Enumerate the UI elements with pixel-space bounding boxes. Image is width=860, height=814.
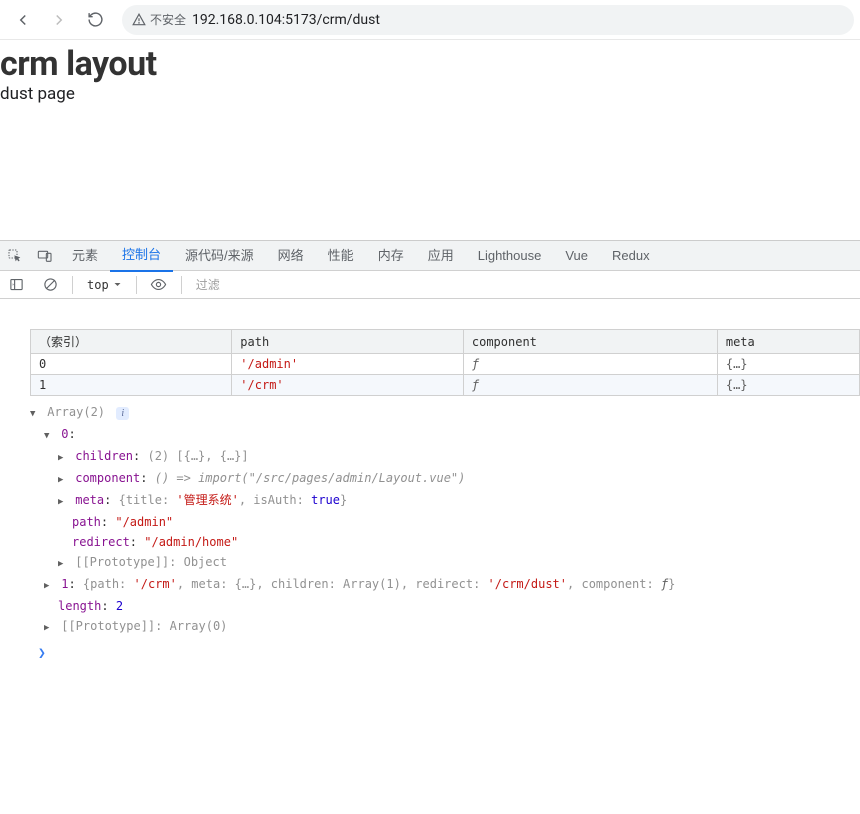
tree-node[interactable]: component: () => import("/src/pages/admi…: [58, 468, 860, 490]
page-heading: crm layout: [0, 44, 860, 84]
th-meta: meta: [717, 330, 859, 354]
caret-icon[interactable]: [30, 402, 40, 424]
tab-vue[interactable]: Vue: [553, 241, 600, 271]
key: redirect: [72, 535, 130, 549]
cell-component: ƒ: [463, 375, 717, 396]
console-body: （索引） path component meta 0 '/admin' ƒ {……: [0, 299, 860, 814]
tree-node[interactable]: [[Prototype]]: Object: [58, 552, 860, 574]
tree-node[interactable]: 1: {path: '/crm', meta: {…}, children: A…: [44, 574, 860, 596]
eye-icon[interactable]: [147, 273, 171, 297]
value: Object: [184, 555, 227, 569]
url-text: 192.168.0.104:5173/crm/dust: [192, 12, 380, 28]
value: (2) [{…}, {…}]: [147, 449, 248, 463]
cell-meta: {…}: [717, 354, 859, 375]
table-row[interactable]: 0 '/admin' ƒ {…}: [31, 354, 860, 375]
forward-button[interactable]: [42, 5, 76, 35]
cell-meta: {…}: [717, 375, 859, 396]
object-tree: Array(2) i 0: children: (2) [{…}, {…}] c…: [30, 402, 860, 638]
tree-leaf[interactable]: path: "/admin": [72, 512, 860, 532]
caret-icon[interactable]: [58, 552, 68, 574]
key: [[Prototype]]: [75, 555, 169, 569]
tab-redux[interactable]: Redux: [600, 241, 662, 271]
value: {title: '管理系统', isAuth: true}: [119, 493, 348, 507]
key: component: [75, 471, 140, 485]
caret-icon[interactable]: [58, 446, 68, 468]
tab-application[interactable]: 应用: [416, 241, 466, 271]
context-label: top: [87, 278, 109, 292]
security-badge[interactable]: 不安全: [132, 11, 186, 28]
tab-sources[interactable]: 源代码/来源: [173, 241, 266, 271]
caret-icon[interactable]: [44, 616, 54, 638]
cell-path: '/crm': [232, 375, 464, 396]
clear-console-icon[interactable]: [38, 273, 62, 297]
tree-node[interactable]: children: (2) [{…}, {…}]: [58, 446, 860, 468]
tab-elements[interactable]: 元素: [60, 241, 110, 271]
console-table: （索引） path component meta 0 '/admin' ƒ {……: [30, 329, 860, 396]
tab-console[interactable]: 控制台: [110, 240, 173, 272]
key: meta: [75, 493, 104, 507]
cell-component: ƒ: [463, 354, 717, 375]
table-header-row: （索引） path component meta: [31, 330, 860, 354]
value: 2: [116, 599, 123, 613]
tree-node[interactable]: 0:: [44, 424, 860, 446]
filter-input[interactable]: [192, 278, 856, 292]
value: "/admin/home": [144, 535, 238, 549]
key: children: [75, 449, 133, 463]
inspect-icon[interactable]: [0, 241, 30, 271]
info-icon[interactable]: i: [116, 407, 129, 420]
tree-root[interactable]: Array(2) i: [30, 402, 860, 424]
th-index: （索引）: [31, 330, 232, 354]
prompt-caret: ❯: [38, 646, 46, 661]
tab-network[interactable]: 网络: [266, 241, 316, 271]
browser-toolbar: 不安全 192.168.0.104:5173/crm/dust: [0, 0, 860, 40]
chevron-down-icon: [113, 280, 122, 289]
th-component: component: [463, 330, 717, 354]
sidebar-toggle-icon[interactable]: [4, 273, 28, 297]
value: {path: '/crm', meta: {…}, children: Arra…: [83, 577, 675, 591]
tab-lighthouse[interactable]: Lighthouse: [466, 241, 554, 271]
devtools-panel: 元素 控制台 源代码/来源 网络 性能 内存 应用 Lighthouse Vue…: [0, 240, 860, 814]
reload-button[interactable]: [78, 5, 112, 35]
root-label: Array(2): [47, 405, 105, 419]
device-icon[interactable]: [30, 241, 60, 271]
page-content: crm layout dust page: [0, 40, 860, 240]
back-button[interactable]: [6, 5, 40, 35]
tree-node[interactable]: meta: {title: '管理系统', isAuth: true}: [58, 490, 860, 512]
tab-performance[interactable]: 性能: [316, 241, 366, 271]
caret-icon[interactable]: [58, 490, 68, 512]
value: Array(0): [170, 619, 228, 633]
address-bar[interactable]: 不安全 192.168.0.104:5173/crm/dust: [122, 5, 854, 35]
tab-memory[interactable]: 内存: [366, 241, 416, 271]
cell-index: 1: [31, 375, 232, 396]
console-prompt[interactable]: ❯: [30, 638, 860, 661]
devtools-tabbar: 元素 控制台 源代码/来源 网络 性能 内存 应用 Lighthouse Vue…: [0, 241, 860, 271]
tree-node[interactable]: [[Prototype]]: Array(0): [44, 616, 860, 638]
th-path: path: [232, 330, 464, 354]
console-toolbar: top: [0, 271, 860, 299]
tree-leaf[interactable]: length: 2: [58, 596, 860, 616]
value: () => import("/src/pages/admin/Layout.vu…: [155, 471, 466, 485]
context-select[interactable]: top: [83, 278, 126, 292]
cell-path: '/admin': [232, 354, 464, 375]
key: [[Prototype]]: [61, 619, 155, 633]
page-subheading: dust page: [0, 84, 860, 104]
caret-icon[interactable]: [44, 574, 54, 596]
security-label: 不安全: [150, 11, 186, 28]
cell-index: 0: [31, 354, 232, 375]
value: "/admin": [115, 515, 173, 529]
caret-icon[interactable]: [58, 468, 68, 490]
tree-leaf[interactable]: redirect: "/admin/home": [72, 532, 860, 552]
caret-icon[interactable]: [44, 424, 54, 446]
key: path: [72, 515, 101, 529]
warning-icon: [132, 13, 146, 27]
table-row[interactable]: 1 '/crm' ƒ {…}: [31, 375, 860, 396]
key: length: [58, 599, 101, 613]
